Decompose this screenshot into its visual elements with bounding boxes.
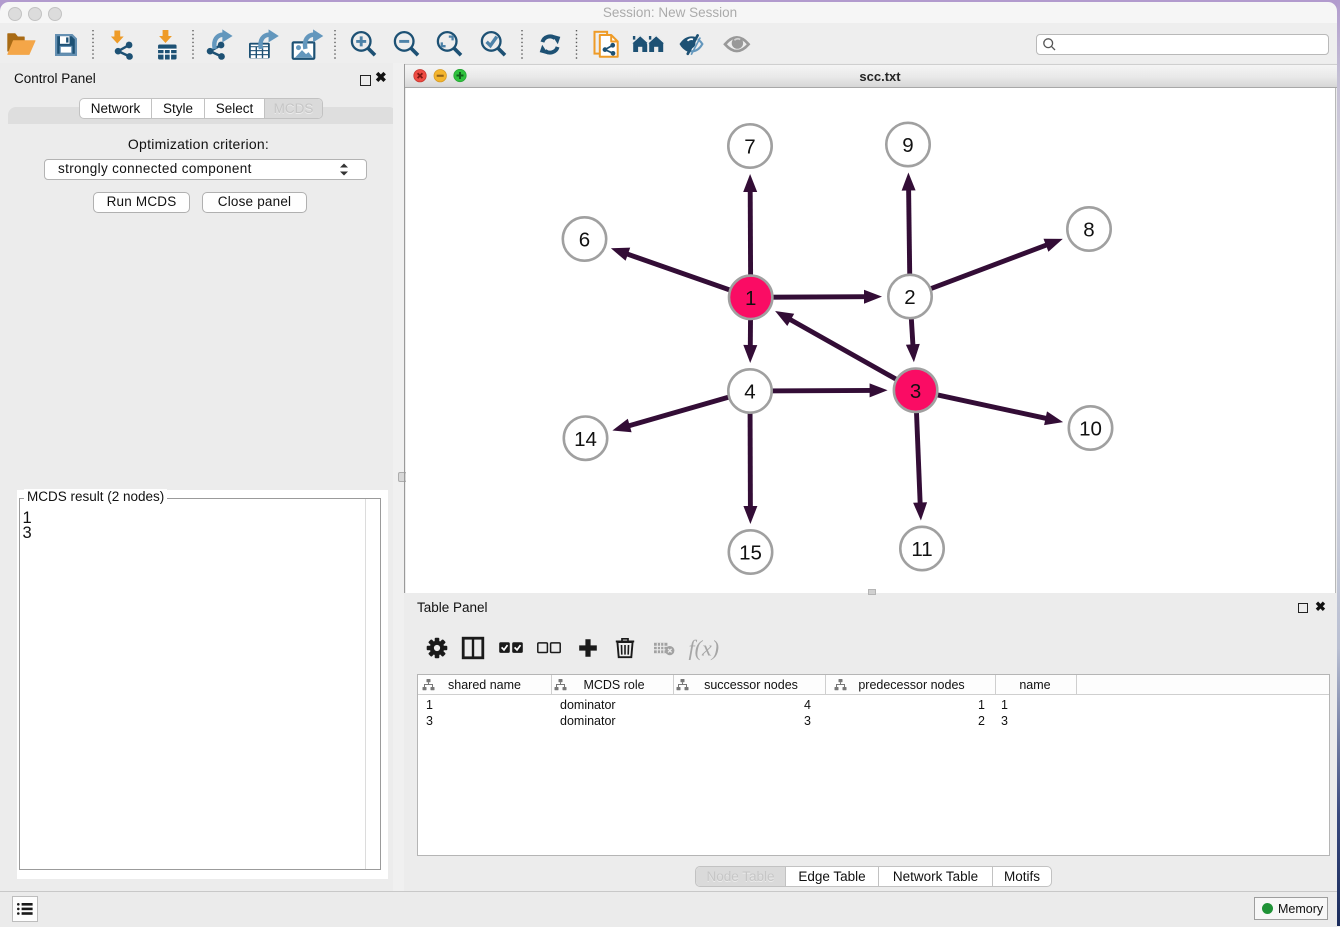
svg-text:15: 15 <box>739 542 762 565</box>
svg-text:4: 4 <box>744 381 755 404</box>
svg-text:8: 8 <box>1083 219 1094 242</box>
svg-text:7: 7 <box>744 136 755 159</box>
svg-text:6: 6 <box>579 229 590 252</box>
svg-text:14: 14 <box>574 428 597 451</box>
svg-text:1: 1 <box>745 287 756 310</box>
svg-text:3: 3 <box>910 380 921 403</box>
svg-text:10: 10 <box>1079 418 1102 441</box>
svg-text:9: 9 <box>902 134 913 157</box>
svg-text:2: 2 <box>904 286 915 309</box>
svg-text:f(x): f(x) <box>689 636 720 661</box>
svg-text:11: 11 <box>911 538 932 561</box>
